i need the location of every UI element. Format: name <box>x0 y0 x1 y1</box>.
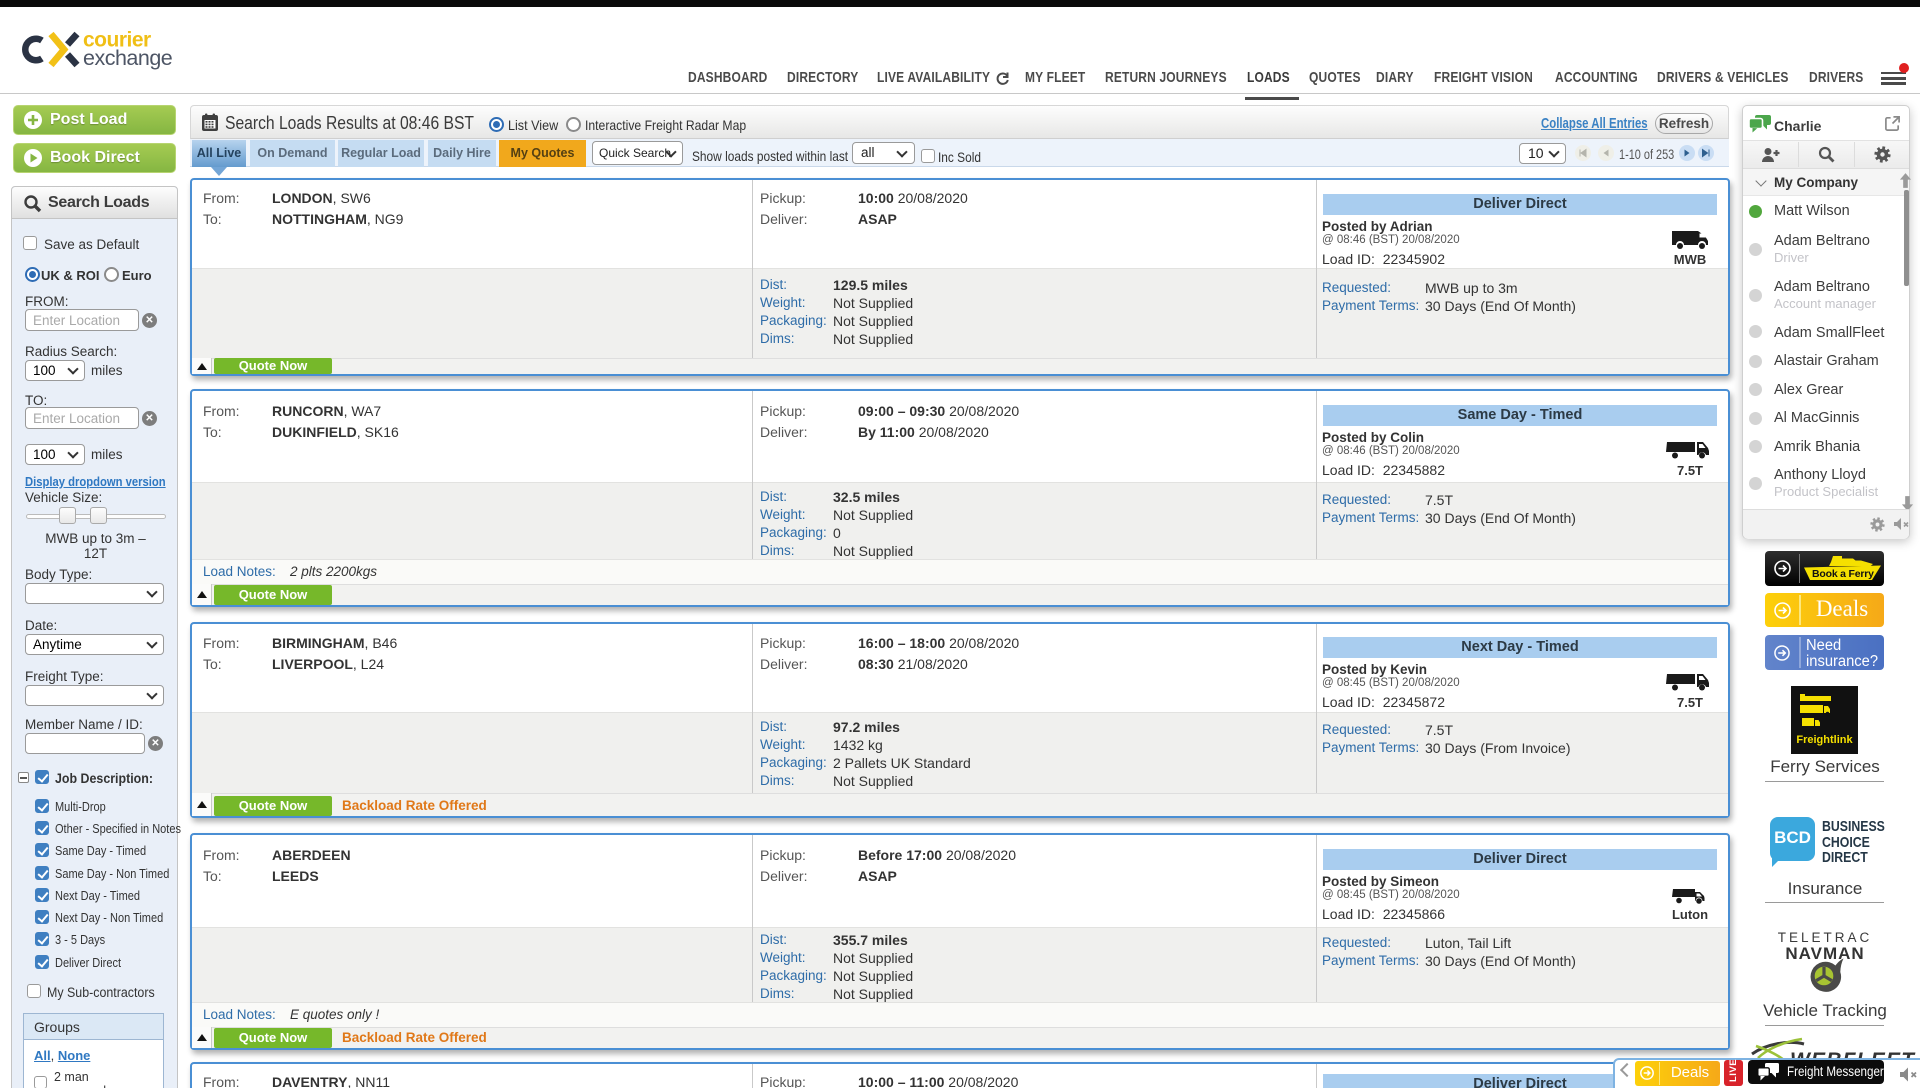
svg-text:Book a Ferry: Book a Ferry <box>1812 568 1874 580</box>
svg-text:exchange: exchange <box>83 46 172 70</box>
